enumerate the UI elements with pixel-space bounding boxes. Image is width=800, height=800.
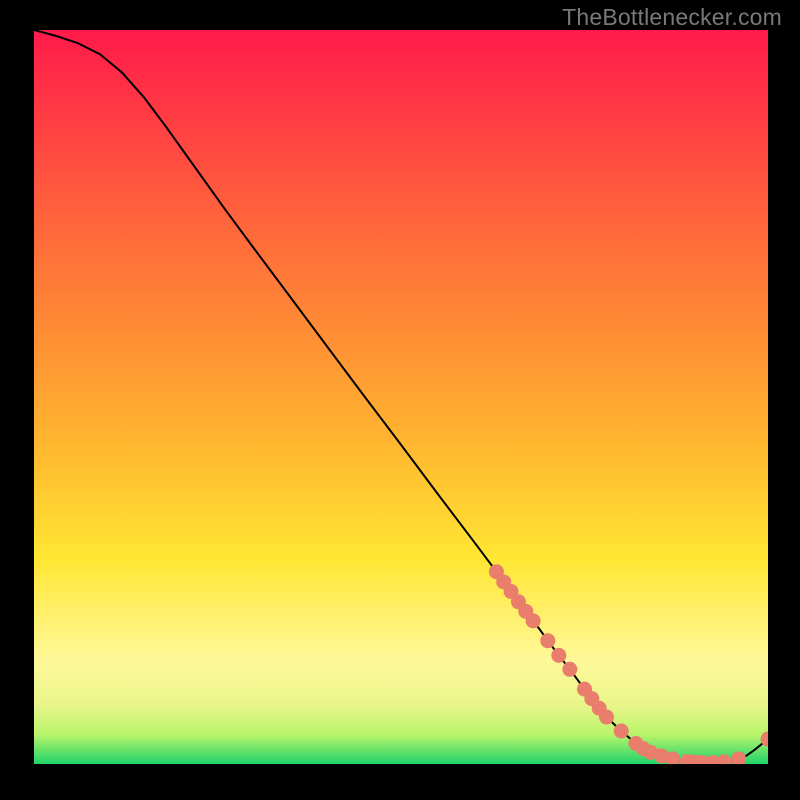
watermark-label: TheBottlenecker.com [562,4,782,31]
chart-frame: { "watermark": "TheBottlenecker.com", "c… [0,0,800,800]
chart-plot-area [34,30,768,764]
data-point [526,613,541,628]
data-point [540,633,555,648]
data-point [614,723,629,738]
data-point [551,648,566,663]
chart-svg [34,30,768,764]
data-point [599,710,614,725]
gradient-background [34,30,768,764]
data-point [562,662,577,677]
